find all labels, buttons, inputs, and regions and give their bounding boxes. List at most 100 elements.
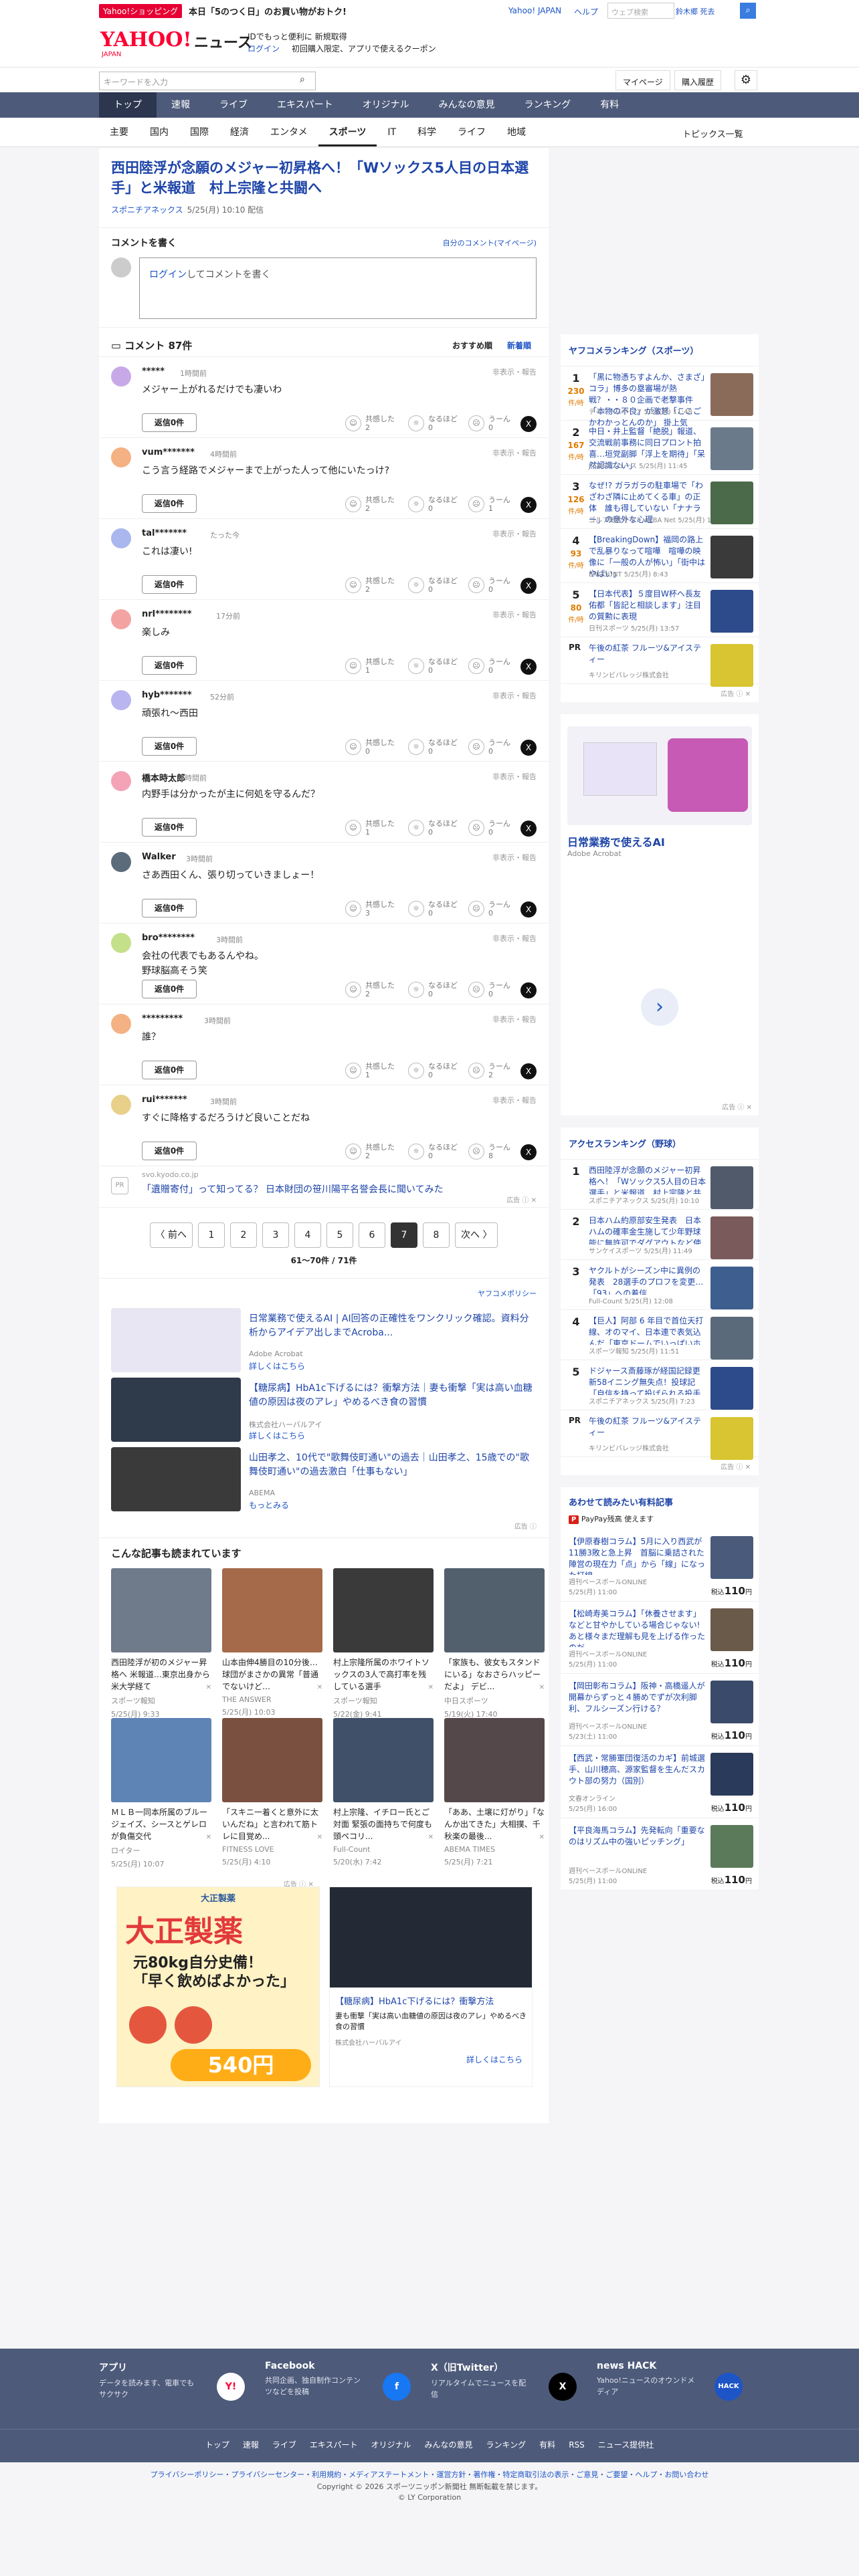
sponsored-link[interactable]: 詳しくはこちら [249,1360,305,1372]
footer-nav-item[interactable]: トップ [205,2430,229,2462]
close-icon[interactable]: ✕ [428,1834,434,1841]
naruhodo-button[interactable]: ☼ なるほど 0 [408,415,458,432]
paid-image[interactable] [710,1753,753,1796]
avatar[interactable] [111,447,131,467]
footer-col-2[interactable]: X（旧Twitter） リアルタイムでニュースを配信 X [431,2361,586,2401]
ranking-title[interactable]: ドジャース斎藤琢が経国記録更新58イニング無失点！投球記「自信を持って投げられる… [589,1366,708,1395]
recommend-item[interactable]: 西田陸浮が初のメジャー昇格へ 米報道…東京出身から米大学経て スポーツ報知 5/25… [111,1568,211,1719]
recommend-image[interactable] [111,1568,211,1652]
paid-image[interactable] [710,1825,753,1868]
ranking-title[interactable]: 西田陸浮が念願のメジャー初昇格へ！「Wソックス5人目の日本選手」と米報道 村上宗… [589,1165,708,1194]
sponsored-item[interactable]: 【糖尿病】HbA1c下げるには？衝撃方法｜妻も衝撃「実は高い血糖値の原因は夜のア… [99,1377,549,1447]
tab-it[interactable]: IT [377,118,407,146]
x-share-icon[interactable]: X [520,496,537,513]
shopping-badge[interactable]: Yahoo!ショッピング [99,4,183,18]
recommend-image[interactable] [222,1568,322,1652]
ranking-image[interactable] [710,1267,753,1309]
footer-nav-item[interactable]: 有料 [539,2430,555,2462]
recommend-image[interactable] [444,1568,545,1652]
reply-button[interactable]: 返信0件 [142,898,197,918]
recommend-item[interactable]: ＭＬＢ一同本所属のブルージェイズ、シースとゲレロが負傷交代 ロイター 5/25(月)… [111,1717,211,1868]
kyokan-button[interactable]: ☺ 共感した 2 [345,981,395,998]
x-share-icon[interactable]: X [520,820,537,837]
paid-title[interactable]: 【伊原春樹コラム】5月に入り西武が11勝3敗と急上昇 首脳に乗詰された陣営の現在… [569,1536,708,1575]
paid-title[interactable]: 【松崎寿美コラム】「休養させます」などと甘やかしている場合じゃない!あと様々まだ… [569,1608,708,1647]
comment-user[interactable]: tal******* [142,528,187,538]
ad-more-link[interactable]: 詳しくはこちら [330,2054,522,2065]
footer-nav-item[interactable]: ライブ [272,2430,296,2462]
x-share-icon[interactable]: X [520,415,537,432]
news-hack-icon[interactable]: HACK [714,2373,743,2401]
recommend-item[interactable]: 「スキニ一着くと意外に太いんだね」と言われて筋トレに目覚め... FITNESS … [222,1717,322,1866]
kyokan-button[interactable]: ☺ 共感した 0 [345,738,395,756]
paid-title[interactable]: 【岡田彰布コラム】阪神・高橋遥人が開幕からずっと４勝めでずが次利脚利、フルシーズ… [569,1681,708,1719]
uun-button[interactable]: ☹ うーん 0 [468,900,510,918]
kyokan-button[interactable]: ☺ 共感した 1 [345,657,395,675]
paid-heading[interactable]: あわせて読みたい有料記事 [569,1495,751,1508]
report-link[interactable]: 非表示・報告 [492,609,537,620]
comment-user[interactable]: vum******* [142,447,195,457]
reply-button[interactable]: 返信0件 [142,413,197,432]
page-6[interactable]: 6 [359,1222,385,1248]
uun-button[interactable]: ☹ うーん 0 [468,981,510,998]
close-icon[interactable]: ✕ [317,1684,322,1691]
ranking-item[interactable]: 3 126 件/時 なぜ!? ガラガラの駐車場で「わざわざ隣に止めてくる車」の正体 誰… [561,475,759,529]
close-icon[interactable]: ✕ [539,1684,545,1691]
gnav-expert[interactable]: エキスパート [262,92,348,118]
avatar[interactable] [111,609,131,629]
uun-button[interactable]: ☹ うーん 0 [468,657,510,675]
naruhodo-button[interactable]: ☼ なるほど 0 [408,1062,458,1079]
sponsored-item[interactable]: 日常業務で使えるAI | AI回答の正確性をワンクリック確認。資料分析からアイデ… [99,1307,549,1378]
avatar[interactable] [111,528,131,548]
naruhodo-button[interactable]: ☼ なるほど 0 [408,819,458,837]
news-title[interactable]: ニュース [194,31,252,52]
shopping-promo[interactable]: 本日「5のつく日」のお買い物がおトク! [189,5,347,17]
coupon-promo[interactable]: 初回購入限定、アプリで使えるクーポン [292,43,436,54]
ranking-image[interactable] [710,590,753,633]
recommend-title[interactable]: 「ああ、土壌に灯がり」「なんか出てきた」大相撲、千秋楽の最後... [444,1806,545,1842]
ranking-image[interactable] [710,536,753,578]
ad-link[interactable]: 「遺贈寄付」って知ってる？ 日本財団の笹川陽平名誉会長に聞いてみた [142,1182,444,1196]
close-icon[interactable]: ✕ [206,1834,211,1841]
report-link[interactable]: 非表示・報告 [492,852,537,863]
footer-nav-item[interactable]: オリジナル [371,2430,411,2462]
reply-button[interactable]: 返信0件 [142,736,197,756]
web-search-button[interactable]: ⌕ [740,3,756,19]
footer-nav-item[interactable]: エキスパート [310,2430,358,2462]
ad-badge[interactable]: 広告 ⓘ [99,1517,549,1538]
tab-domestic[interactable]: 国内 [139,118,179,146]
pr-item[interactable]: PR 午後の紅茶 フルーツ&アイスティー キリンビバレッジ株式会社 [561,637,759,687]
ranking-image[interactable] [710,1367,753,1410]
my-comments-link[interactable]: 自分のコメント(マイページ) [443,237,537,248]
kyokan-button[interactable]: ☺ 共感した 2 [345,496,395,513]
gnav-breaking[interactable]: 速報 [157,92,205,118]
page-2[interactable]: 2 [230,1222,257,1248]
access-ranking-heading[interactable]: アクセスランキング（野球） [561,1128,759,1160]
sponsored-link[interactable]: もっとみる [249,1499,289,1511]
user-link[interactable]: 鈴木郷 死去 [676,6,715,17]
recommend-image[interactable] [444,1717,545,1802]
paid-image[interactable] [710,1608,753,1651]
footer-links[interactable]: プライバシーポリシー・プライバシーセンター・利用規約・メディアステートメント・運… [0,2469,859,2480]
ranking-title[interactable]: 【日本代表】５度目W杯へ長友佑都「皆記と相談します」注目の質勲に表現 [589,588,708,623]
close-icon[interactable]: ✕ [539,1834,545,1841]
tab-sports[interactable]: スポーツ [318,118,377,146]
tab-region[interactable]: 地域 [496,118,537,146]
tab-entertainment[interactable]: エンタメ [260,118,318,146]
comment-ranking-heading[interactable]: ヤフコメランキング（スポーツ） [561,334,759,366]
comment-user[interactable]: hyb******* [142,690,192,700]
report-link[interactable]: 非表示・報告 [492,771,537,782]
recommend-item[interactable]: 「家族も、彼女もスタンドにいる」なおさらハッピーだよ」 デビ... 中日スポーツ 5… [444,1568,545,1719]
ranking-image[interactable] [710,1216,753,1259]
page-4[interactable]: 4 [294,1222,321,1248]
gear-icon[interactable]: ⚙ [735,70,757,90]
uun-button[interactable]: ☹ うーん 2 [468,1062,510,1079]
comment-user[interactable]: ***** [142,366,165,377]
sponsored-image[interactable] [111,1377,241,1442]
page-8[interactable]: 8 [423,1222,450,1248]
gnav-opinion[interactable]: みんなの意見 [424,92,510,118]
login-link[interactable]: ログイン [149,270,187,280]
paid-image[interactable] [710,1681,753,1723]
footer-col-title[interactable]: アプリ [99,2361,254,2374]
uun-button[interactable]: ☹ うーん 1 [468,496,510,513]
